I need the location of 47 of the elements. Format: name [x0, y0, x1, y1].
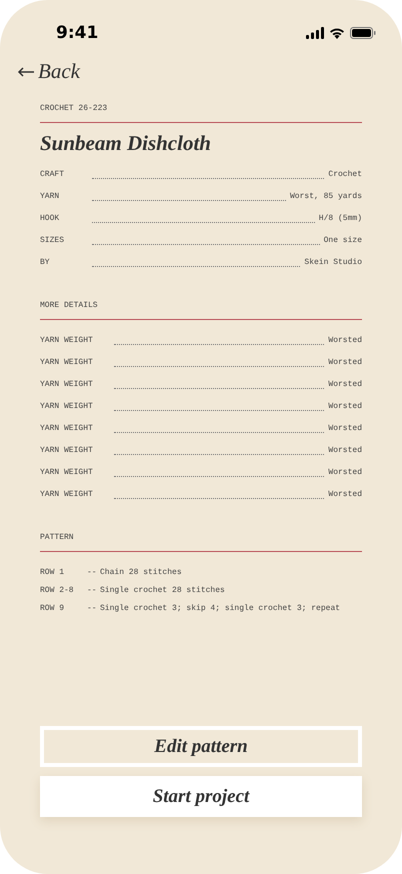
- pattern-title: Sunbeam Dishcloth: [40, 131, 212, 156]
- spec-label: YARN WEIGHT: [40, 335, 94, 347]
- spec-label: YARN WEIGHT: [40, 489, 94, 501]
- pattern-code: CROCHET 26-223: [40, 104, 108, 113]
- spec-label: YARN WEIGHT: [40, 423, 94, 435]
- spec-label: BY: [40, 257, 51, 269]
- spec-value: Crochet: [328, 169, 362, 181]
- spec-value: Skein Studio: [304, 257, 362, 269]
- spec-label: CRAFT: [40, 169, 66, 181]
- signal-icon: [306, 26, 324, 38]
- spec-value: H/8 (5mm): [318, 213, 362, 225]
- spec-label: HOOK: [40, 213, 60, 225]
- spec-value: Worst, 85 yards: [290, 191, 362, 203]
- spec-value: One size: [324, 235, 362, 247]
- spec-label: YARN WEIGHT: [40, 357, 94, 369]
- spec-value: Worsted: [328, 445, 362, 457]
- status-time: 9:41: [56, 22, 98, 42]
- spec-value: Worsted: [328, 401, 362, 413]
- row-separator: --: [87, 586, 98, 596]
- spec-value: Worsted: [328, 357, 362, 369]
- spec-label: YARN: [40, 191, 60, 203]
- row-label: ROW 1: [40, 568, 66, 578]
- spec-label: SIZES: [40, 235, 66, 247]
- row-separator: --: [87, 604, 98, 614]
- spec-label: YARN WEIGHT: [40, 401, 94, 413]
- wifi-icon: [329, 26, 345, 38]
- spec-value: Worsted: [328, 489, 362, 501]
- row-label: ROW 9: [40, 604, 66, 614]
- arrow-left-icon: [17, 66, 34, 76]
- row-instruction: Chain 28 stitches: [100, 568, 183, 578]
- row-instruction: Single crochet 3; skip 4; single crochet 3; repeat: [100, 604, 342, 614]
- spec-value: Worsted: [328, 335, 362, 347]
- section-heading: PATTERN: [40, 533, 75, 542]
- section-heading: MORE DETAILS: [40, 301, 99, 310]
- edit-button[interactable]: Edit pattern: [40, 726, 362, 767]
- row-instruction: Single crochet 28 stitches: [100, 586, 226, 596]
- spec-label: YARN WEIGHT: [40, 467, 94, 479]
- spec-label: YARN WEIGHT: [40, 445, 94, 457]
- row-separator: --: [87, 568, 98, 578]
- spec-value: Worsted: [328, 467, 362, 479]
- battery-icon: [350, 26, 376, 38]
- start-button[interactable]: Start project: [40, 776, 362, 817]
- back-button[interactable]: Back: [17, 59, 80, 84]
- spec-value: Worsted: [328, 423, 362, 435]
- row-label: ROW 2-8: [40, 586, 75, 596]
- spec-label: YARN WEIGHT: [40, 379, 94, 391]
- spec-value: Worsted: [328, 379, 362, 391]
